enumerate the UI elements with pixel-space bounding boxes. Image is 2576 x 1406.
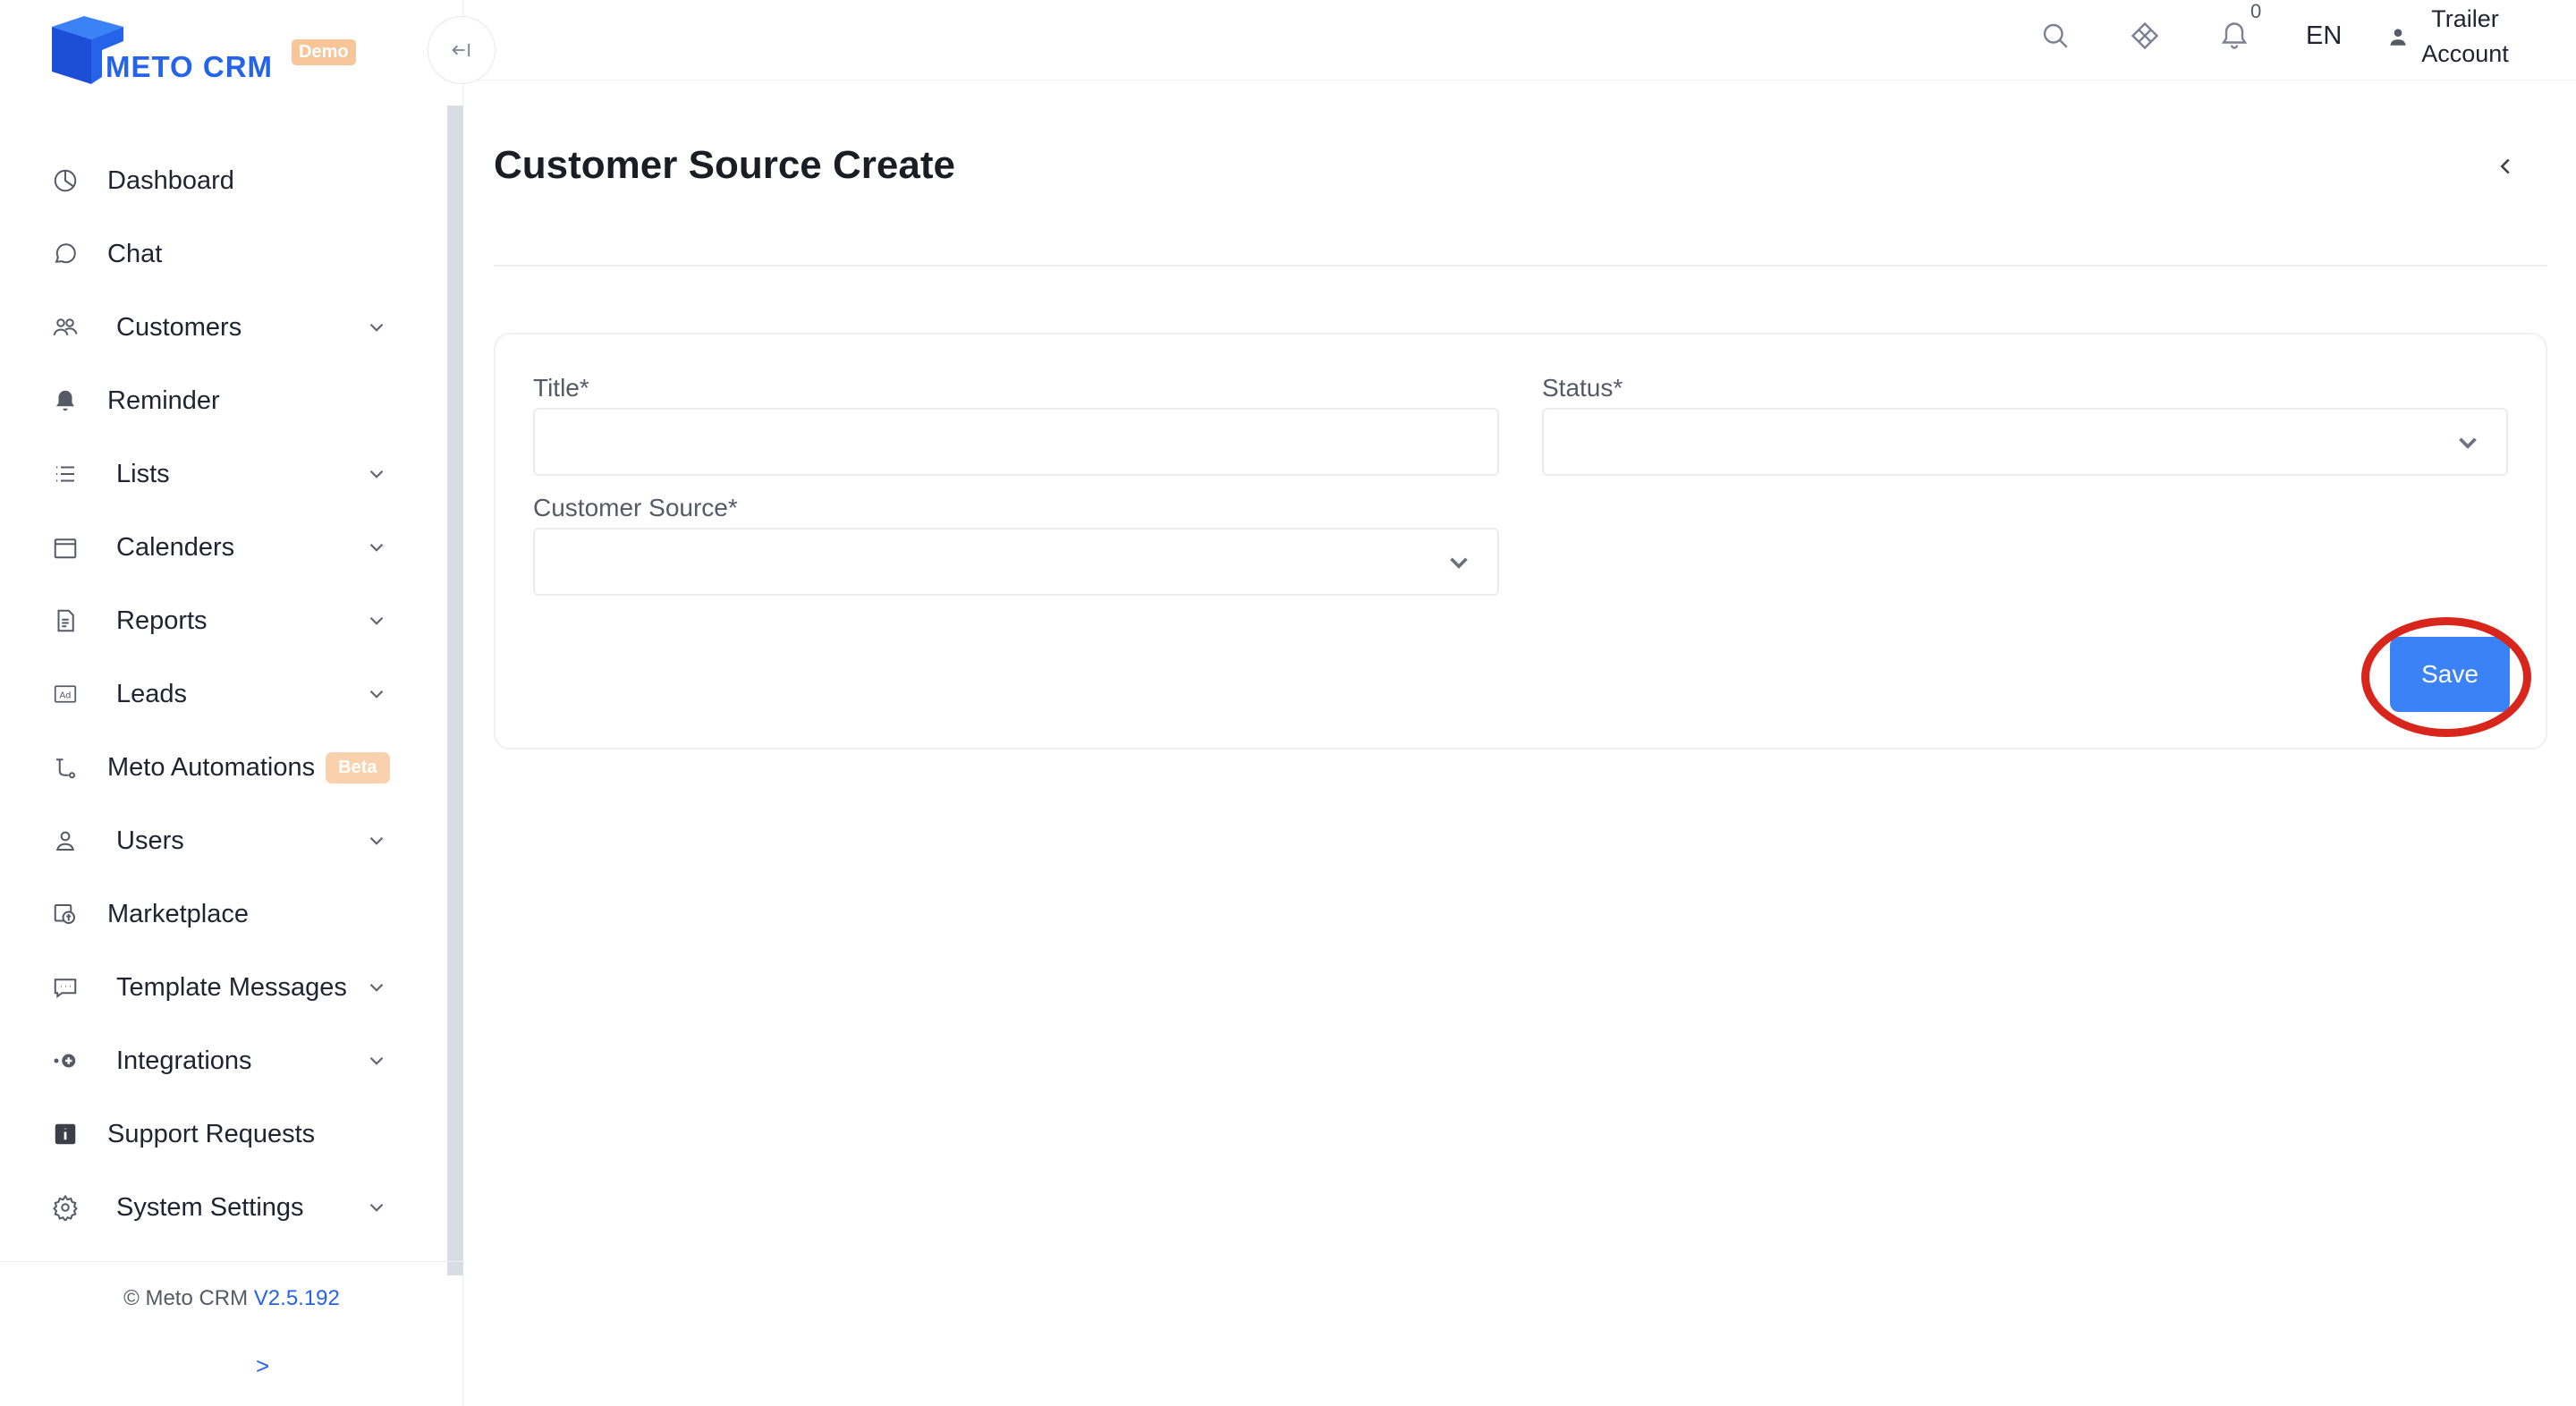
- chevron-down-icon: [369, 690, 384, 699]
- info-icon: [50, 1119, 80, 1149]
- beta-badge: Beta: [326, 751, 390, 783]
- chevron-down-icon: [1450, 557, 1468, 569]
- brand-demo-badge: Demo: [292, 39, 356, 65]
- chevron-down-icon: [369, 470, 384, 479]
- sidebar-item-label: System Settings: [116, 1192, 304, 1222]
- sidebar-item-label: Marketplace: [107, 899, 249, 928]
- copyright-text: © Meto CRM: [123, 1286, 249, 1310]
- user-account-menu[interactable]: Trailer Account: [2411, 2, 2519, 72]
- diamond-grid-icon: [2131, 21, 2159, 50]
- title-label: Title*: [533, 374, 589, 402]
- ad-icon: Ad: [50, 679, 80, 709]
- chevron-left-icon: [2500, 158, 2510, 174]
- users-icon: [50, 312, 80, 343]
- sidebar-item-reminder[interactable]: Reminder: [0, 364, 447, 437]
- sidebar-item-label: Chat: [107, 239, 163, 268]
- user-name-line2: Account: [2421, 40, 2509, 67]
- sidebar-item-users[interactable]: Users: [0, 804, 447, 877]
- sidebar-scrollbar[interactable]: [447, 106, 463, 1275]
- page-title: Customer Source Create: [494, 143, 955, 187]
- collapse-left-icon: [452, 44, 470, 56]
- title-input[interactable]: [533, 408, 1499, 476]
- sidebar-item-label: Leads: [116, 679, 188, 708]
- version-link[interactable]: V2.5.192: [254, 1286, 340, 1310]
- copyright: © Meto CRM V2.5.192: [0, 1286, 463, 1311]
- chevron-down-icon: [369, 323, 384, 332]
- save-button[interactable]: Save: [2390, 637, 2510, 712]
- sidebar-item-label: Template Messages: [116, 972, 347, 1002]
- notifications-button[interactable]: [2218, 20, 2250, 52]
- sidebar-item-label: Reports: [116, 606, 208, 635]
- gear-icon: [50, 1192, 80, 1223]
- chevron-down-icon: [369, 983, 384, 992]
- apps-button[interactable]: [2129, 20, 2161, 52]
- sidebar: METO CRM Demo Dashboard Chat Customers R…: [0, 0, 463, 1406]
- message-icon: [50, 972, 80, 1003]
- sidebar-nav: Dashboard Chat Customers Reminder Lists …: [0, 144, 447, 1244]
- expand-sidebar-button[interactable]: >: [256, 1352, 269, 1380]
- sidebar-footer-divider: [0, 1261, 463, 1262]
- status-select[interactable]: [1542, 408, 2508, 476]
- user-account-icon: [2390, 29, 2406, 46]
- customer-source-select[interactable]: [533, 528, 1499, 596]
- search-button[interactable]: [2039, 20, 2072, 52]
- chat-bubble-icon: [50, 239, 80, 269]
- brand-name: METO CRM: [106, 50, 274, 83]
- sidebar-item-integrations[interactable]: Integrations: [0, 1024, 447, 1097]
- bell-outline-icon: [2221, 22, 2248, 49]
- title-divider: [494, 265, 2547, 267]
- sidebar-item-lists[interactable]: Lists: [0, 437, 447, 511]
- sidebar-item-chat[interactable]: Chat: [0, 217, 447, 291]
- document-icon: [50, 606, 80, 636]
- sidebar-item-label: Calenders: [116, 532, 235, 562]
- sidebar-item-label: Users: [116, 826, 184, 855]
- flow-icon: [50, 752, 80, 783]
- sidebar-item-label: Reminder: [107, 385, 220, 415]
- sidebar-item-system-settings[interactable]: System Settings: [0, 1171, 447, 1244]
- sidebar-item-meto-automations[interactable]: Meto Automations Beta: [0, 731, 447, 804]
- svg-text:Ad: Ad: [59, 690, 71, 700]
- calendar-icon: [50, 532, 80, 563]
- notification-count: 0: [2250, 0, 2262, 22]
- sidebar-item-dashboard[interactable]: Dashboard: [0, 144, 447, 217]
- sidebar-item-label: Lists: [116, 459, 170, 488]
- sidebar-item-support-requests[interactable]: Support Requests: [0, 1097, 447, 1171]
- chevron-down-icon: [369, 616, 384, 625]
- language-selector[interactable]: EN: [2306, 21, 2342, 51]
- chevron-down-icon: [369, 1056, 384, 1065]
- bell-icon: [50, 385, 80, 416]
- back-button[interactable]: [2492, 150, 2519, 182]
- status-label: Status*: [1542, 374, 1623, 402]
- user-name-line1: Trailer: [2431, 5, 2499, 32]
- sidebar-item-leads[interactable]: Ad Leads: [0, 657, 447, 731]
- sidebar-item-calenders[interactable]: Calenders: [0, 511, 447, 584]
- collapse-sidebar-button[interactable]: [428, 16, 496, 84]
- sidebar-item-label: Dashboard: [107, 165, 234, 195]
- sidebar-item-label: Customers: [116, 312, 242, 342]
- sidebar-item-reports[interactable]: Reports: [0, 584, 447, 657]
- chevron-down-icon: [369, 543, 384, 552]
- chevron-down-icon: [369, 836, 384, 845]
- sidebar-item-marketplace[interactable]: Marketplace: [0, 877, 447, 951]
- sidebar-item-customers[interactable]: Customers: [0, 291, 447, 364]
- list-icon: [50, 459, 80, 489]
- search-icon: [2043, 23, 2068, 48]
- sidebar-item-label: Meto Automations: [107, 752, 316, 782]
- pie-chart-icon: [50, 165, 80, 196]
- plug-icon: [50, 1046, 80, 1076]
- chevron-down-icon: [369, 1203, 384, 1212]
- user-icon: [50, 826, 80, 856]
- customer-source-label: Customer Source*: [533, 494, 738, 521]
- sidebar-item-template-messages[interactable]: Template Messages: [0, 951, 447, 1024]
- store-icon: [50, 899, 80, 929]
- sidebar-item-label: Integrations: [116, 1046, 252, 1075]
- sidebar-item-label: Support Requests: [107, 1119, 316, 1148]
- chevron-down-icon: [2459, 437, 2477, 449]
